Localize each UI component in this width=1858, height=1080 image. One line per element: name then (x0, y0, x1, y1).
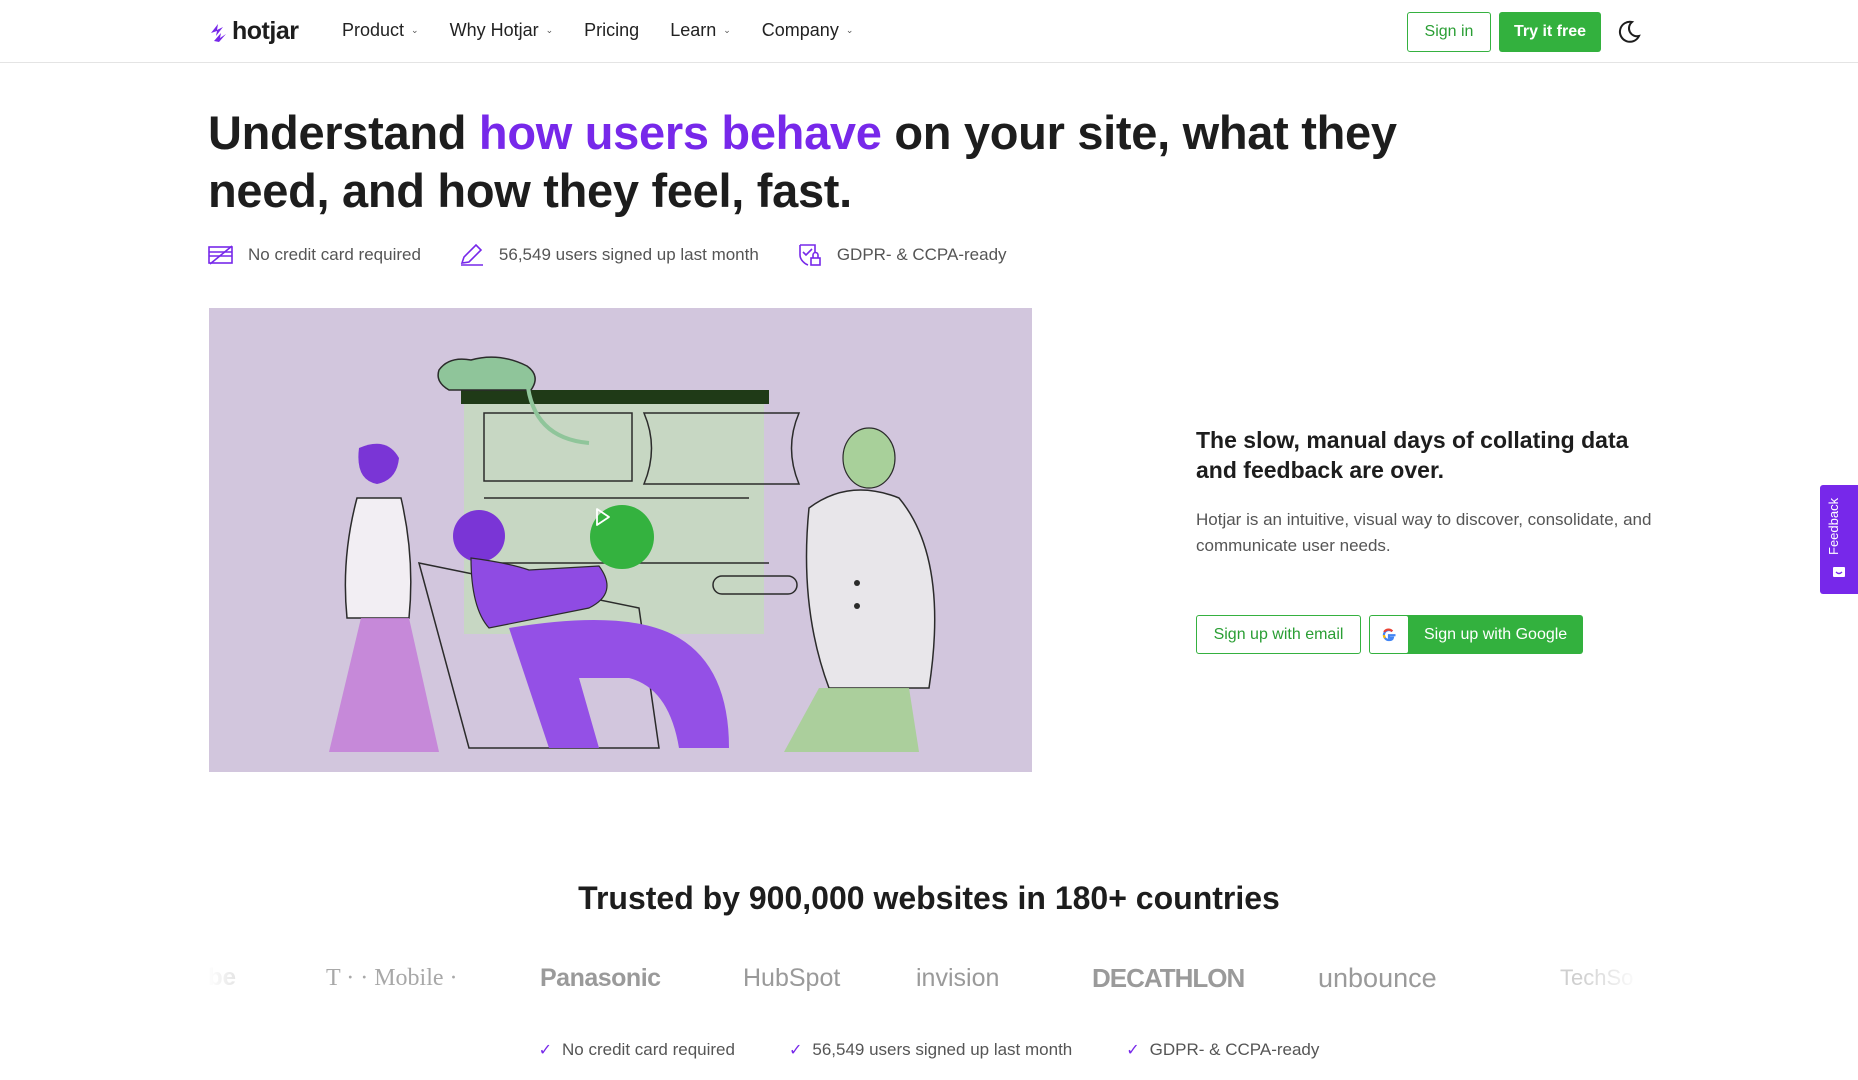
chevron-down-icon: ⌄ (723, 25, 731, 35)
logo-fade-left (208, 950, 268, 1006)
nav-item-label: Pricing (584, 20, 640, 40)
pitch-title: The slow, manual days of collating data … (1196, 427, 1629, 483)
check-text: 56,549 users signed up last month (812, 1040, 1073, 1059)
google-logo-icon (1370, 616, 1408, 653)
badge-no-credit-card: No credit card required (208, 244, 421, 266)
nav-item-label: Why Hotjar (449, 20, 539, 40)
logo-tmobile: T · · Mobile · (326, 964, 458, 991)
badge-text: 56,549 users signed up last month (498, 245, 759, 264)
logo-unbounce: unbounce (1318, 962, 1437, 993)
pencil-icon (460, 243, 483, 266)
nav-item-label: Product (342, 20, 405, 40)
logo-decathlon: DECATHLON (1092, 962, 1245, 993)
checkmark-icon: ✓ (788, 1042, 803, 1059)
logo-fade-right (1580, 950, 1640, 1006)
nav-item-label: Learn (670, 20, 717, 40)
check-text: GDPR- & CCPA-ready (1149, 1040, 1320, 1059)
credit-card-icon (208, 245, 233, 265)
chevron-down-icon: ⌄ (845, 25, 854, 35)
customer-logos: be T · · Mobile · Panasonic HubSpot invi… (208, 955, 1640, 1001)
feedback-label: Feedback (1826, 497, 1841, 555)
nav-item-product[interactable]: Product ⌄ (342, 20, 419, 41)
hotjar-flame-icon (211, 23, 226, 42)
check-item: ✓ GDPR- & CCPA-ready (1126, 1040, 1319, 1060)
chevron-down-icon: ⌄ (545, 25, 554, 35)
hero-title-start: Understand (208, 106, 479, 159)
nav-item-company[interactable]: Company ⌄ (762, 20, 854, 41)
moon-icon[interactable] (1615, 18, 1643, 46)
badge-text: No credit card required (248, 245, 421, 264)
nav-item-why-hotjar[interactable]: Why Hotjar ⌄ (450, 20, 554, 41)
checkmark-icon: ✓ (1126, 1042, 1140, 1059)
chevron-down-icon: ⌄ (411, 25, 419, 35)
logo-wordmark: hotjar (232, 17, 299, 45)
hero-title: Understand how users behave on your site… (208, 104, 1438, 220)
check-text: No credit card required (562, 1040, 735, 1059)
badge-gdpr: GDPR- & CCPA-ready (797, 242, 1007, 268)
footer-checks: ✓ No credit card required ✓ 56,549 users… (0, 1040, 1858, 1060)
hero-video[interactable] (209, 308, 1032, 772)
nav-links: Product ⌄ Why Hotjar ⌄ Pricing Learn ⌄ C… (342, 20, 884, 41)
logo-hubspot: HubSpot (743, 963, 841, 992)
signup-google-label: Sign up with Google (1424, 625, 1568, 643)
hero-title-accent: how users behave (478, 106, 882, 159)
check-item: ✓ 56,549 users signed up last month (789, 1040, 1072, 1060)
signup-email-button[interactable]: Sign up with email (1196, 615, 1361, 654)
nav-item-pricing[interactable]: Pricing (584, 20, 639, 41)
nav-item-learn[interactable]: Learn ⌄ (670, 20, 731, 41)
hero-badges: No credit card required 56,549 users sig… (208, 242, 1045, 268)
nav-item-label: Company (761, 20, 839, 40)
shield-lock-icon (799, 244, 821, 266)
hotjar-logo[interactable]: hotjar (208, 17, 299, 46)
feedback-tab[interactable]: Feedback (1820, 485, 1858, 594)
logo-invision: invision (916, 963, 1000, 992)
badge-text: GDPR- & CCPA-ready (836, 245, 1007, 264)
pitch-description: Hotjar is an intuitive, visual way to di… (1196, 510, 1652, 555)
signup-google-button[interactable]: Sign up with Google (1369, 615, 1583, 654)
try-free-button[interactable]: Try it free (1499, 12, 1601, 52)
feedback-smile-icon (1833, 567, 1845, 577)
badge-users-signed-up: 56,549 users signed up last month (459, 243, 759, 267)
play-video-button[interactable] (590, 505, 654, 569)
play-icon (596, 508, 610, 526)
sign-in-button[interactable]: Sign in (1407, 12, 1491, 52)
top-navigation: hotjar Product ⌄ Why Hotjar ⌄ Pricing Le… (0, 0, 1858, 63)
logo-panasonic: Panasonic (540, 963, 661, 992)
trusted-title: Trusted by 900,000 websites in 180+ coun… (578, 880, 1280, 916)
check-item: ✓ No credit card required (539, 1040, 735, 1060)
checkmark-icon: ✓ (538, 1042, 553, 1059)
